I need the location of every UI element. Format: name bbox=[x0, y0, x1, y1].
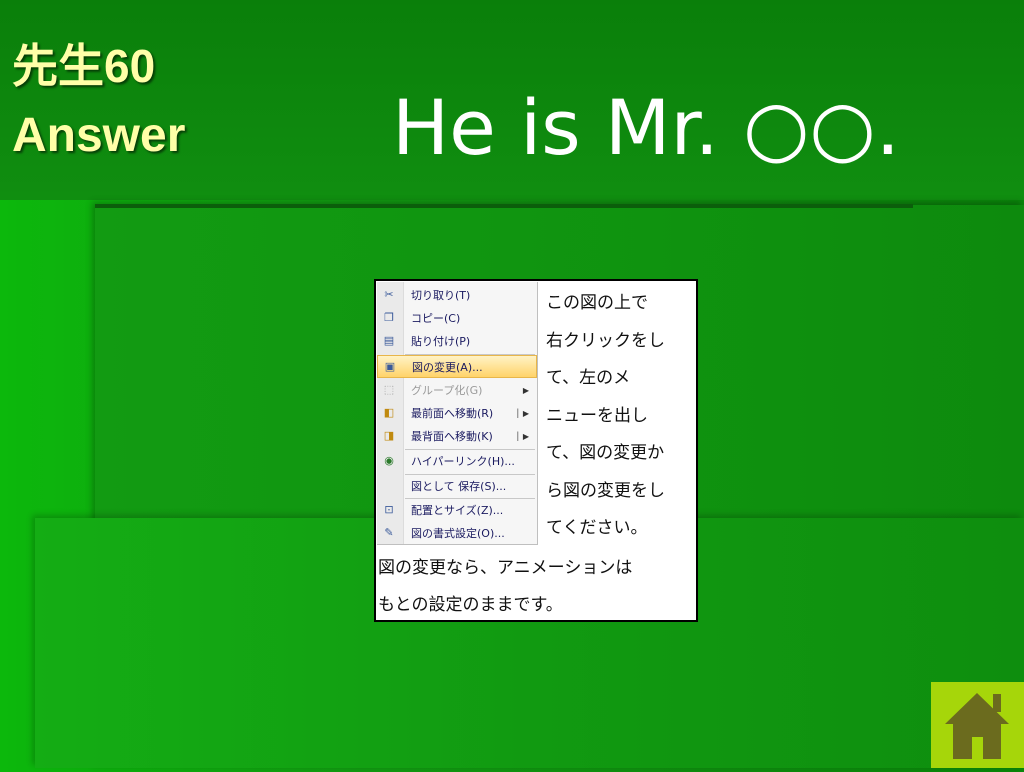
submenu-arrow-icon: ▶ bbox=[522, 386, 529, 395]
home-icon bbox=[945, 693, 1009, 759]
menu-item-label: 貼り付け(P) bbox=[411, 335, 471, 348]
note-line: 図の変更なら、アニメーションは bbox=[378, 558, 633, 578]
instruction-line: てください。 bbox=[546, 518, 648, 538]
instruction-line: 右クリックをし bbox=[546, 330, 665, 351]
slide-subtitle: Answer bbox=[12, 109, 186, 162]
menu-item-label: コピー(C) bbox=[411, 312, 461, 325]
menu-item-label: 切り取り(T) bbox=[411, 289, 471, 302]
menu-item-bring-to-front: ◧ 最前面へ移動(R) │ ▶ bbox=[377, 402, 537, 425]
size-position-icon: ⊡ bbox=[384, 503, 394, 516]
scissors-icon: ✂ bbox=[384, 288, 394, 301]
menu-item-group: ⬚ グループ化(G) ▶ bbox=[377, 379, 537, 402]
group-icon: ⬚ bbox=[383, 383, 395, 396]
instruction-line: ニューを出し bbox=[546, 405, 648, 426]
submenu-arrow-icon: │ ▶ bbox=[515, 432, 529, 441]
menu-item-format-picture: ✎ 図の書式設定(O)... bbox=[377, 522, 537, 545]
slide-title: 先生60 bbox=[12, 40, 156, 92]
menu-item-change-picture: ▣ 図の変更(A)... bbox=[377, 355, 537, 378]
menu-item-label: 最背面へ移動(K) bbox=[411, 430, 493, 443]
home-button[interactable] bbox=[931, 682, 1024, 768]
hyperlink-icon: ◉ bbox=[384, 454, 394, 467]
menu-item-hyperlink: ◉ ハイパーリンク(H)... bbox=[377, 450, 537, 473]
menu-item-label: グループ化(G) bbox=[411, 384, 483, 397]
copy-icon: ❐ bbox=[384, 311, 394, 324]
menu-item-label: 図として 保存(S)... bbox=[411, 480, 507, 493]
submenu-arrow-icon: │ ▶ bbox=[515, 409, 529, 418]
instruction-line: ら図の変更をし bbox=[546, 480, 665, 501]
menu-item-label: 最前面へ移動(R) bbox=[411, 407, 494, 420]
menu-item-label: ハイパーリンク(H)... bbox=[411, 455, 515, 468]
menu-item-send-to-back: ◨ 最背面へ移動(K) │ ▶ bbox=[377, 425, 537, 448]
paste-icon: ▤ bbox=[383, 334, 395, 347]
send-back-icon: ◨ bbox=[383, 429, 395, 442]
menu-item-save-as-picture: 図として 保存(S)... bbox=[377, 475, 537, 498]
animation-note: 図の変更なら、アニメーションは もとの設定のままです。 bbox=[378, 550, 696, 624]
change-picture-icon: ▣ bbox=[384, 360, 396, 373]
answer-text: He is Mr. ○○. bbox=[392, 83, 900, 172]
bring-front-icon: ◧ bbox=[383, 406, 395, 419]
format-picture-icon: ✎ bbox=[384, 526, 394, 539]
instruction-line: て、図の変更か bbox=[546, 443, 665, 463]
menu-item-label: 図の変更(A)... bbox=[412, 361, 483, 374]
menu-item-size-position: ⊡ 配置とサイズ(Z)... bbox=[377, 499, 537, 522]
menu-item-paste: ▤ 貼り付け(P) bbox=[377, 330, 537, 353]
note-line: もとの設定のままです。 bbox=[378, 595, 563, 615]
picture-placeholder[interactable]: ✂ 切り取り(T) ❐ コピー(C) ▤ 貼り付け(P) ▣ 図の変更(A)..… bbox=[374, 279, 698, 622]
menu-item-label: 図の書式設定(O)... bbox=[411, 527, 505, 540]
instruction-line: この図の上で bbox=[546, 293, 648, 313]
instruction-text: この図の上で 右クリックをし て、左のメ ニューを出し て、図の変更か ら図の変… bbox=[546, 285, 696, 548]
decorative-line bbox=[95, 204, 913, 208]
menu-item-cut: ✂ 切り取り(T) bbox=[377, 284, 537, 307]
menu-item-label: 配置とサイズ(Z)... bbox=[411, 504, 504, 517]
instruction-line: て、左のメ bbox=[546, 368, 631, 388]
menu-item-copy: ❐ コピー(C) bbox=[377, 307, 537, 330]
context-menu: ✂ 切り取り(T) ❐ コピー(C) ▤ 貼り付け(P) ▣ 図の変更(A)..… bbox=[377, 282, 538, 545]
